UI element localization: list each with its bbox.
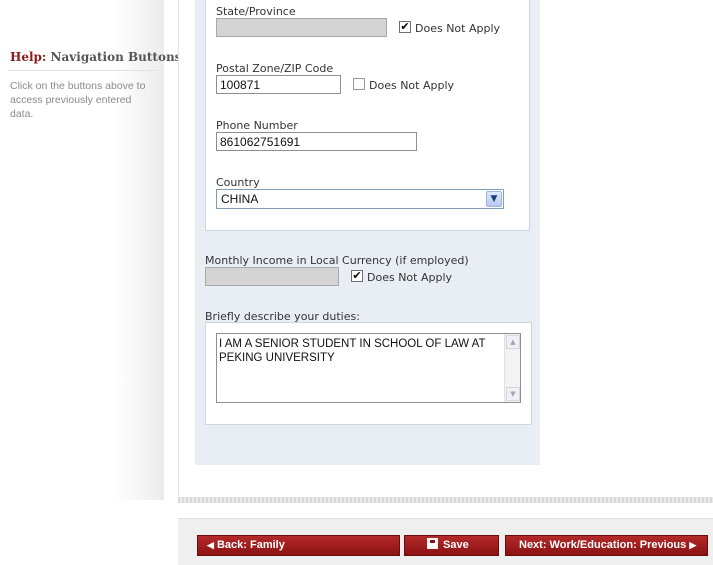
country-value: CHINA	[221, 192, 259, 206]
duties-text: I AM A SENIOR STUDENT IN SCHOOL OF LAW A…	[219, 338, 486, 364]
help-divider	[8, 70, 158, 71]
help-title-highlight: Help:	[10, 50, 47, 64]
postal-dna-label: Does Not Apply	[369, 79, 455, 92]
scroll-down-icon[interactable]: ▼	[506, 387, 520, 401]
country-select[interactable]: CHINA ▼	[216, 189, 504, 209]
income-label: Monthly Income in Local Currency (if emp…	[205, 254, 469, 267]
phone-field[interactable]: 861062751691	[216, 132, 417, 151]
state-dna-label: Does Not Apply	[415, 22, 501, 35]
save-button-label: Save	[443, 539, 469, 551]
chevron-down-icon[interactable]: ▼	[486, 191, 502, 207]
postal-label: Postal Zone/ZIP Code	[216, 62, 334, 75]
postal-dna-checkbox[interactable]	[353, 78, 365, 90]
help-text: Click on the buttons above to access pre…	[10, 80, 146, 120]
country-label: Country	[216, 176, 260, 189]
postal-field[interactable]: 100871	[216, 75, 341, 94]
footer-divider	[178, 497, 713, 503]
state-dna-checkbox[interactable]: ✔	[399, 21, 411, 33]
state-field[interactable]	[216, 18, 387, 37]
back-button-label: Back: Family	[216, 539, 285, 551]
chevron-left-icon: ◀	[207, 540, 214, 550]
floppy-disk-icon	[427, 538, 438, 549]
chevron-right-icon: ▶	[689, 540, 697, 550]
scroll-up-icon[interactable]: ▲	[506, 335, 520, 349]
next-button-label: Next: Work/Education: Previous	[519, 539, 687, 551]
income-dna-checkbox[interactable]: ✔	[351, 270, 363, 282]
phone-label: Phone Number	[216, 119, 298, 132]
income-field[interactable]	[205, 267, 339, 286]
income-dna-label: Does Not Apply	[367, 271, 453, 284]
help-panel: Help: Navigation Buttons Click on the bu…	[0, 0, 181, 500]
duties-textarea[interactable]: I AM A SENIOR STUDENT IN SCHOOL OF LAW A…	[216, 333, 521, 403]
next-button[interactable]: Next: Work/Education: Previous ▶	[505, 535, 708, 556]
help-title: Help: Navigation Buttons	[10, 50, 181, 64]
save-button[interactable]: Save	[404, 535, 499, 556]
back-button[interactable]: ◀ Back: Family	[197, 535, 400, 556]
help-title-rest: Navigation Buttons	[46, 50, 182, 64]
duties-scrollbar[interactable]: ▲ ▼	[504, 334, 520, 402]
state-label: State/Province	[216, 5, 296, 18]
